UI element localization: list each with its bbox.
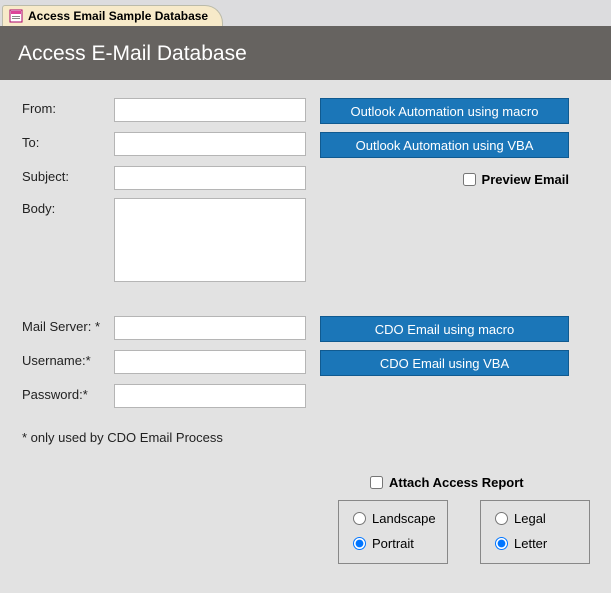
- label-subject: Subject:: [22, 166, 104, 184]
- outlook-vba-button[interactable]: Outlook Automation using VBA: [320, 132, 569, 158]
- label-to: To:: [22, 132, 104, 150]
- option-groups: Landscape Portrait Legal Letter: [338, 500, 591, 564]
- attach-checkbox[interactable]: [370, 476, 383, 489]
- mailserver-input[interactable]: [114, 316, 306, 340]
- radio-legal-label: Legal: [514, 511, 546, 526]
- form-header: Access E-Mail Database: [0, 26, 611, 80]
- label-from: From:: [22, 98, 104, 116]
- label-password: Password:*: [22, 384, 104, 402]
- radio-legal[interactable]: [495, 512, 508, 525]
- preview-checkbox[interactable]: [463, 173, 476, 186]
- from-input[interactable]: [114, 98, 306, 122]
- radio-portrait-label: Portrait: [372, 536, 414, 551]
- radio-letter-row[interactable]: Letter: [495, 536, 575, 551]
- to-input[interactable]: [114, 132, 306, 156]
- cdo-macro-button[interactable]: CDO Email using macro: [320, 316, 569, 342]
- radio-portrait-row[interactable]: Portrait: [353, 536, 433, 551]
- preview-label: Preview Email: [482, 172, 569, 187]
- page-title: Access E-Mail Database: [18, 42, 247, 65]
- cdo-vba-button[interactable]: CDO Email using VBA: [320, 350, 569, 376]
- footnote: * only used by CDO Email Process: [22, 430, 591, 445]
- label-mailserver: Mail Server: *: [22, 316, 104, 334]
- form-body: From: Outlook Automation using macro To:…: [0, 80, 611, 584]
- radio-letter[interactable]: [495, 537, 508, 550]
- tab-bar: Access Email Sample Database: [0, 0, 611, 26]
- label-body: Body:: [22, 198, 104, 216]
- radio-landscape[interactable]: [353, 512, 366, 525]
- orientation-group: Landscape Portrait: [338, 500, 448, 564]
- radio-portrait[interactable]: [353, 537, 366, 550]
- attach-row: Attach Access Report: [370, 475, 591, 490]
- outlook-macro-button[interactable]: Outlook Automation using macro: [320, 98, 569, 124]
- body-textarea[interactable]: [114, 198, 306, 282]
- preview-row: Preview Email: [320, 172, 569, 187]
- paper-group: Legal Letter: [480, 500, 590, 564]
- radio-legal-row[interactable]: Legal: [495, 511, 575, 526]
- radio-landscape-label: Landscape: [372, 511, 436, 526]
- tab-title: Access Email Sample Database: [28, 9, 208, 23]
- radio-landscape-row[interactable]: Landscape: [353, 511, 433, 526]
- form-icon: [9, 9, 23, 23]
- subject-input[interactable]: [114, 166, 306, 190]
- password-input[interactable]: [114, 384, 306, 408]
- username-input[interactable]: [114, 350, 306, 374]
- radio-letter-label: Letter: [514, 536, 547, 551]
- attach-label: Attach Access Report: [389, 475, 524, 490]
- tab-active[interactable]: Access Email Sample Database: [2, 5, 223, 26]
- label-username: Username:*: [22, 350, 104, 368]
